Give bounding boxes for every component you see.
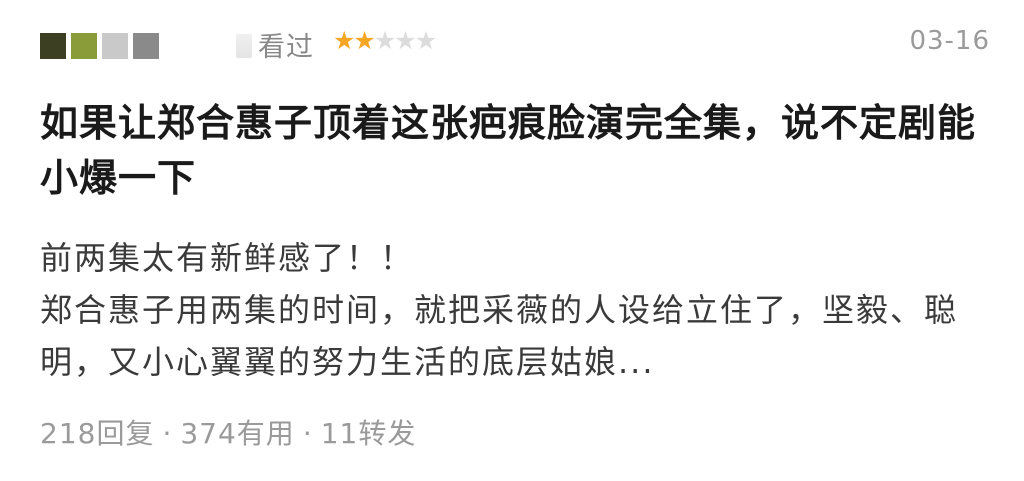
pixel-block [40,33,66,59]
review-body[interactable]: 前两集太有新鲜感了！！ 郑合惠子用两集的时间，就把采薇的人设给立住了，坚毅、聪明… [40,232,990,388]
review-header: 看过 ★★★★★ 03-16 [40,20,990,70]
review-paragraph: 郑合惠子用两集的时间，就把采薇的人设给立住了，坚毅、聪明，又小心翼翼的努力生活的… [40,291,959,381]
review-stats: 218回复 · 374有用 · 11转发 [40,412,416,452]
useful-count[interactable]: 374有用 [180,417,294,450]
star-icon: ★ [333,26,355,55]
review-card: 看过 ★★★★★ 03-16 如果让郑合惠子顶着这张疤痕脸演完全集，说不定剧能小… [0,0,1024,481]
review-date: 03-16 [909,26,990,56]
rating-stars: ★★★★★ [333,26,437,55]
review-title[interactable]: 如果让郑合惠子顶着这张疤痕脸演完全集，说不定剧能小爆一下 [40,96,990,206]
separator-dot: · [302,417,313,450]
separator-dot: · [162,417,173,450]
review-paragraph: 前两集太有新鲜感了！！ [40,239,415,277]
star-icon: ★ [353,26,375,55]
pixel-block [102,33,128,59]
star-icon: ★ [394,26,416,55]
watched-label: 看过 [258,32,314,63]
pixel-block [71,33,97,59]
pixel-block [133,33,159,59]
repost-count[interactable]: 11转发 [321,417,417,450]
username-pixelated[interactable] [40,33,164,59]
reply-count[interactable]: 218回复 [40,417,154,450]
blurred-avatar [236,34,252,58]
star-icon: ★ [373,26,396,55]
star-icon: ★ [414,26,437,55]
